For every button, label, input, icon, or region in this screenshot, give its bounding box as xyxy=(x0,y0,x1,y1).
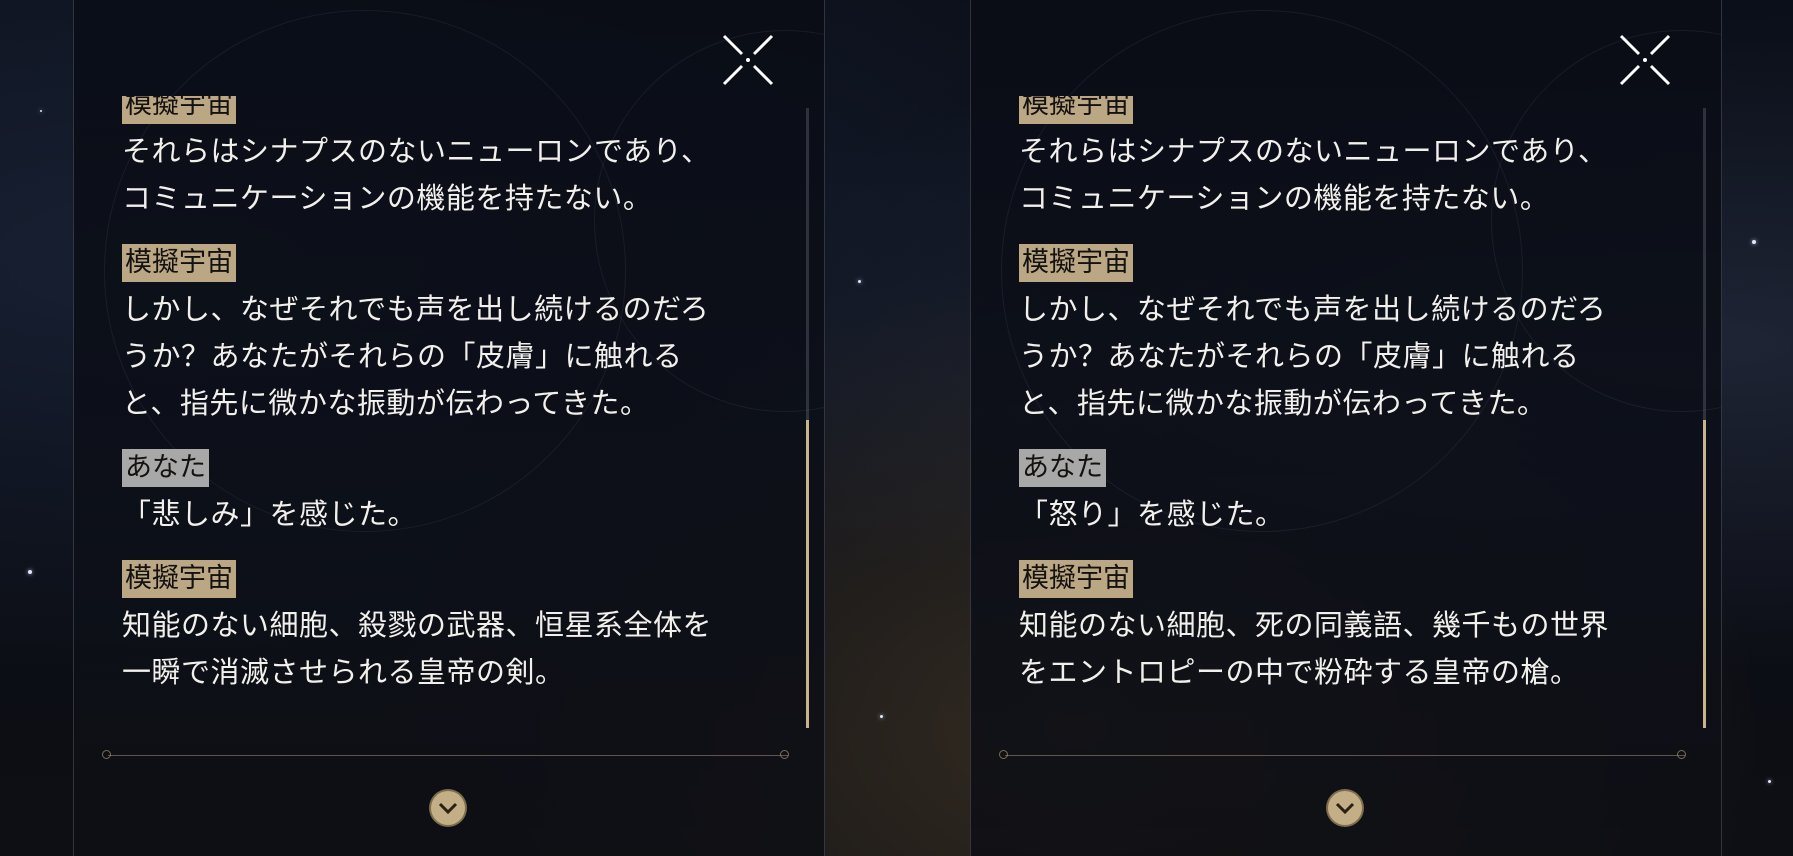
dialogue-text: 「怒り」を感じた。 xyxy=(1019,497,1285,531)
background-star xyxy=(858,280,861,283)
next-page-button[interactable] xyxy=(429,789,467,827)
background-star xyxy=(1768,780,1771,783)
speaker-tag: 模擬宇宙 xyxy=(1019,96,1133,124)
background-star xyxy=(28,570,32,574)
dialogue-log-panel-left: 模擬宇宙 それらはシナプスのないニューロンであり、 コミュニケーションの機能を持… xyxy=(73,0,825,856)
close-button[interactable] xyxy=(1619,34,1671,86)
dialogue-entry: 模擬宇宙 それらはシナプスのないニューロンであり、 コミュニケーションの機能を持… xyxy=(1019,96,1659,222)
chevron-down-icon xyxy=(1335,802,1355,815)
divider-end-ornament xyxy=(780,750,789,759)
dialogue-text: しかし、なぜそれでも声を出し続けるのだろ うか？あなたがそれらの「皮膚」に触れる… xyxy=(122,292,710,420)
divider-end-ornament xyxy=(999,750,1008,759)
dialogue-entry: 模擬宇宙 しかし、なぜそれでも声を出し続けるのだろ うか？あなたがそれらの「皮膚… xyxy=(122,244,762,427)
speaker-tag: 模擬宇宙 xyxy=(1019,560,1133,598)
close-button[interactable] xyxy=(722,34,774,86)
dialogue-entry: 模擬宇宙 しかし、なぜそれでも声を出し続けるのだろ うか？あなたがそれらの「皮膚… xyxy=(1019,244,1659,427)
divider-line xyxy=(1005,755,1685,756)
dialogue-entry: 模擬宇宙 知能のない細胞、殺戮の武器、恒星系全体を 一瞬で消滅させられる皇帝の剣… xyxy=(122,560,762,696)
chevron-down-icon xyxy=(438,802,458,815)
speaker-tag: 模擬宇宙 xyxy=(1019,244,1133,282)
scrollbar-thumb[interactable] xyxy=(1703,420,1706,728)
dialogue-text: 「悲しみ」を感じた。 xyxy=(122,497,418,531)
next-page-button[interactable] xyxy=(1326,789,1364,827)
dialogue-log-panel-right: 模擬宇宙 それらはシナプスのないニューロンであり、 コミュニケーションの機能を持… xyxy=(970,0,1722,856)
speaker-tag: 模擬宇宙 xyxy=(122,244,236,282)
scrollbar[interactable] xyxy=(1703,108,1706,728)
dialogue-text: 知能のない細胞、殺戮の武器、恒星系全体を 一瞬で消滅させられる皇帝の剣。 xyxy=(122,608,713,689)
dialogue-list[interactable]: 模擬宇宙 それらはシナプスのないニューロンであり、 コミュニケーションの機能を持… xyxy=(122,96,762,732)
divider-end-ornament xyxy=(102,750,111,759)
dialogue-entry: 模擬宇宙 知能のない細胞、死の同義語、幾千もの世界 をエントロピーの中で粉砕する… xyxy=(1019,560,1659,696)
divider-line xyxy=(108,755,788,756)
game-scene: 模擬宇宙 それらはシナプスのないニューロンであり、 コミュニケーションの機能を持… xyxy=(0,0,1793,856)
dialogue-text: 知能のない細胞、死の同義語、幾千もの世界 をエントロピーの中で粉砕する皇帝の槍。 xyxy=(1019,608,1610,689)
dialogue-entry: 模擬宇宙 それらはシナプスのないニューロンであり、 コミュニケーションの機能を持… xyxy=(122,96,762,222)
background-star xyxy=(1752,240,1756,244)
speaker-tag: 模擬宇宙 xyxy=(122,96,236,124)
scrollbar[interactable] xyxy=(806,108,809,728)
close-x-icon xyxy=(1619,34,1671,86)
close-x-icon xyxy=(722,34,774,86)
dialogue-text: それらはシナプスのないニューロンであり、 コミュニケーションの機能を持たない。 xyxy=(122,134,711,215)
dialogue-list[interactable]: 模擬宇宙 それらはシナプスのないニューロンであり、 コミュニケーションの機能を持… xyxy=(1019,96,1659,732)
dialogue-text: それらはシナプスのないニューロンであり、 コミュニケーションの機能を持たない。 xyxy=(1019,134,1608,215)
speaker-tag: あなた xyxy=(122,449,209,487)
background-star xyxy=(40,110,42,112)
speaker-tag: 模擬宇宙 xyxy=(122,560,236,598)
dialogue-entry: あなた 「怒り」を感じた。 xyxy=(1019,449,1659,538)
background-star xyxy=(880,715,883,718)
dialogue-text: しかし、なぜそれでも声を出し続けるのだろ うか？あなたがそれらの「皮膚」に触れる… xyxy=(1019,292,1607,420)
speaker-tag: あなた xyxy=(1019,449,1106,487)
divider-end-ornament xyxy=(1677,750,1686,759)
dialogue-entry: あなた 「悲しみ」を感じた。 xyxy=(122,449,762,538)
scrollbar-thumb[interactable] xyxy=(806,420,809,728)
